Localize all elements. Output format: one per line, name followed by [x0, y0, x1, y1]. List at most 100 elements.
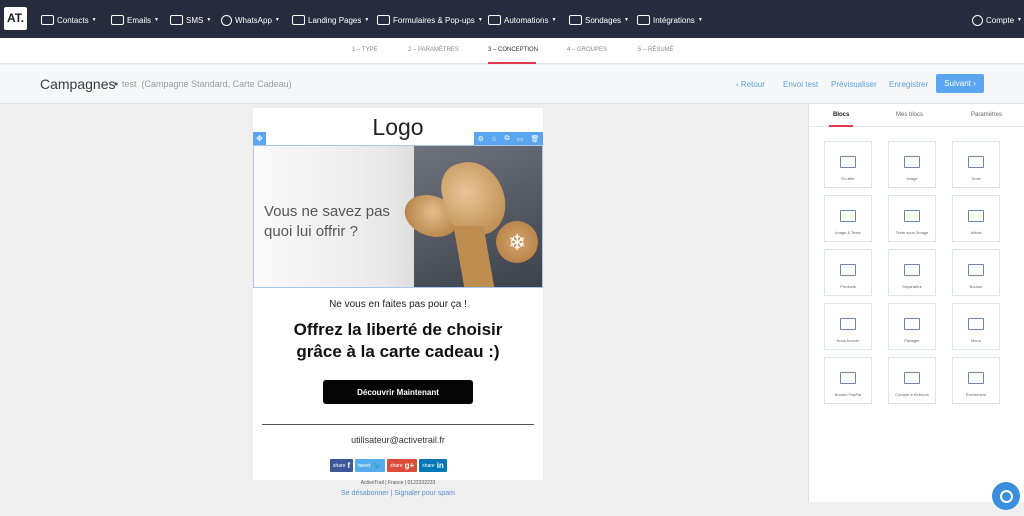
subheading-text[interactable]: Ne vous en faites pas pour ça ! — [253, 299, 543, 310]
block-text-under-image[interactable]: Texte sous l'image — [888, 195, 936, 242]
email-address[interactable]: utilisateur@activetrail.fr — [253, 435, 543, 445]
trash-icon[interactable]: 🗑 — [530, 135, 539, 143]
star-icon[interactable]: ☆ — [491, 135, 497, 143]
block-paypal-button[interactable]: Bouton PayPal — [824, 357, 872, 404]
facebook-share-button[interactable]: share f — [330, 459, 354, 472]
block-header[interactable]: En-tête — [824, 141, 872, 188]
move-handle-icon[interactable]: ✥ — [253, 132, 266, 145]
forms-icon — [377, 15, 390, 25]
sms-icon — [170, 15, 183, 25]
page-header: Campagnes • test (Campagne Standard, Car… — [0, 65, 1024, 104]
image-text-block-icon — [840, 210, 856, 222]
countdown-block-icon — [904, 372, 920, 384]
headline-text[interactable]: Offrez la liberté de choisir grâce à la … — [253, 319, 543, 363]
nav-emails[interactable]: Emails ▼ — [111, 12, 159, 28]
block-image-text[interactable]: Image & Texte — [824, 195, 872, 242]
hero-text: Vous ne savez pas quoi lui offrir ? — [264, 203, 390, 240]
twitter-share-button[interactable]: tweet 🐦 — [355, 459, 386, 472]
cta-button[interactable]: Découvrir Maintenant — [323, 380, 473, 404]
separator-block-icon — [904, 264, 920, 276]
nav-integrations[interactable]: Intégrations ▼ — [637, 12, 703, 28]
block-button[interactable]: Bouton — [952, 249, 1000, 296]
blocks-panel: Blocs Mes blocs Paramètres En-tête Image… — [808, 104, 1024, 502]
block-countdown[interactable]: Compte à Rebours — [888, 357, 936, 404]
surveys-icon — [569, 15, 582, 25]
copy-icon[interactable]: ▭ — [517, 135, 524, 143]
facebook-icon: f — [347, 461, 351, 470]
top-navigation: AT. Contacts ▼ Emails ▼ SMS ▼ WhatsApp ▼ Lan… — [0, 0, 1024, 38]
whatsapp-icon — [221, 14, 232, 26]
tab-my-blocks[interactable]: Mes blocs — [896, 112, 923, 118]
paypal-block-icon — [840, 372, 856, 384]
integrations-icon — [637, 15, 650, 25]
tab-blocks[interactable]: Blocs — [833, 112, 849, 118]
preview-link[interactable]: Prévisualiser — [831, 80, 877, 89]
wizard-steps: 1 – TYPE 2 – PARAMÈTRES 3 – CONCEPTION 4… — [0, 38, 1024, 64]
divider — [262, 424, 534, 425]
nav-forms-popups[interactable]: Formulaires & Pop-ups ▼ — [377, 12, 483, 28]
campaign-name: test (Campagne Standard, Carte Cadeau) — [122, 79, 292, 89]
test-send-link[interactable]: Envoi test — [783, 80, 818, 89]
step-summary[interactable]: 5 – RÉSUMÉ — [638, 47, 674, 53]
block-text[interactable]: Texte — [952, 141, 1000, 188]
block-menu[interactable]: Menu — [952, 303, 1000, 350]
email-icon — [111, 15, 124, 25]
google-plus-icon: g+ — [404, 461, 415, 470]
block-article[interactable]: Article — [952, 195, 1000, 242]
nav-sms[interactable]: SMS ▼ — [170, 12, 211, 28]
nav-surveys[interactable]: Sondages ▼ — [569, 12, 629, 28]
automations-icon — [488, 15, 501, 25]
active-step-indicator — [488, 62, 536, 64]
nav-landing-pages[interactable]: Landing Pages ▼ — [292, 12, 369, 28]
block-image[interactable]: Image — [888, 141, 936, 188]
hero-image-block[interactable]: ❄ Vous ne savez pas quoi lui offrir ? — [253, 145, 543, 288]
google-plus-share-button[interactable]: share g+ — [387, 459, 418, 472]
page-title: Campagnes — [40, 76, 116, 92]
contacts-icon — [41, 15, 54, 25]
footer-info: ActiveTrail | France | 0122332233 — [360, 480, 436, 486]
linkedin-icon: in — [436, 461, 444, 470]
event-block-icon — [968, 372, 984, 384]
email-canvas[interactable]: Logo ✥ ❄ Vous ne savez pas quoi lui offr… — [253, 108, 543, 480]
nav-automations[interactable]: Automations ▼ — [488, 12, 556, 28]
block-find-us[interactable]: Nous trouver — [824, 303, 872, 350]
activetrail-logo[interactable]: AT. — [4, 7, 27, 30]
image-block-icon — [904, 156, 920, 168]
snowflake-icon: ❄ — [508, 230, 527, 255]
block-separator[interactable]: Séparateur — [888, 249, 936, 296]
find-us-block-icon — [840, 318, 856, 330]
header-block-icon — [840, 156, 856, 168]
step-design[interactable]: 3 – CONCEPTION — [488, 47, 538, 53]
linkedin-share-button[interactable]: share in — [419, 459, 447, 472]
text-block-icon — [968, 156, 984, 168]
block-products[interactable]: Products — [824, 249, 872, 296]
next-button[interactable]: Suivant › — [936, 74, 984, 93]
active-tab-indicator — [829, 125, 853, 127]
tab-settings[interactable]: Paramètres — [971, 112, 1002, 118]
landing-pages-icon — [292, 15, 305, 25]
block-toolbar: ⚙ ☆ ⧉ ▭ 🗑 — [474, 132, 543, 145]
nav-account[interactable]: Compte ▼ — [972, 12, 1022, 28]
twitter-icon: 🐦 — [372, 461, 383, 470]
footer-links[interactable]: Se désabonner | Signaler pour spam — [253, 490, 543, 497]
chat-icon — [999, 489, 1013, 503]
save-link[interactable]: Enregistrer — [889, 80, 928, 89]
step-parameters[interactable]: 2 – PARAMÈTRES — [408, 47, 459, 53]
user-icon — [972, 14, 983, 26]
article-block-icon — [968, 210, 984, 222]
block-event[interactable]: Événement — [952, 357, 1000, 404]
share-buttons: share f tweet 🐦 share g+ share in — [330, 459, 447, 472]
block-share[interactable]: Partager — [888, 303, 936, 350]
step-groups[interactable]: 4 – GROUPES — [567, 47, 607, 53]
title-separator: • — [114, 77, 119, 91]
menu-block-icon — [968, 318, 984, 330]
duplicate-icon[interactable]: ⧉ — [504, 135, 509, 143]
nav-whatsapp[interactable]: WhatsApp ▼ — [221, 12, 280, 28]
step-type[interactable]: 1 – TYPE — [352, 47, 378, 53]
settings-icon[interactable]: ⚙ — [478, 135, 484, 143]
chat-support-button[interactable] — [992, 482, 1020, 510]
nav-contacts[interactable]: Contacts ▼ — [41, 12, 97, 28]
button-block-icon — [968, 264, 984, 276]
back-link[interactable]: ‹ Retour — [736, 80, 765, 89]
products-block-icon — [840, 264, 856, 276]
